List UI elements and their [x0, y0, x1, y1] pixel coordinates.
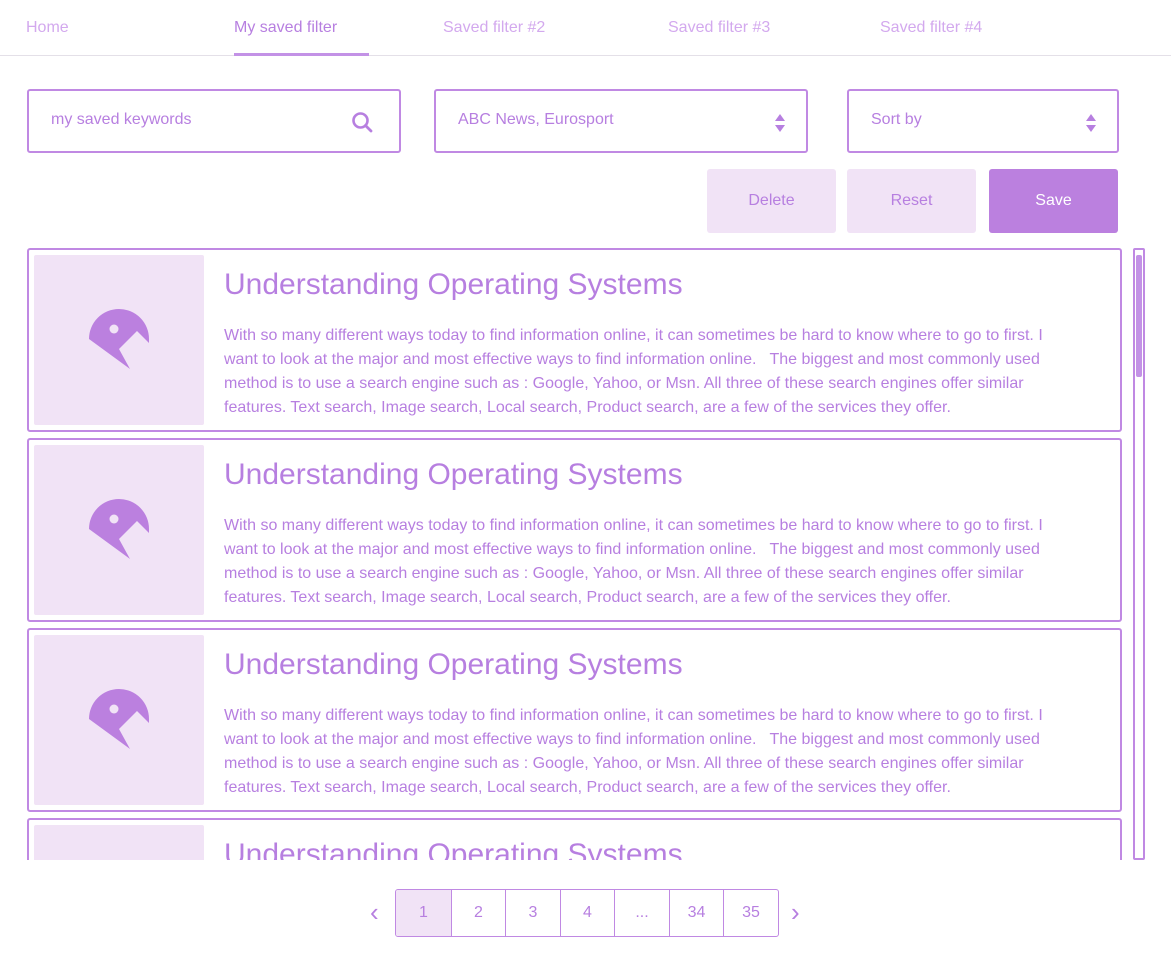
article-thumbnail [34, 635, 204, 805]
page-button-1[interactable]: 1 [396, 890, 451, 936]
tab-home[interactable]: Home [26, 19, 69, 37]
page-ellipsis: ... [614, 890, 669, 936]
article-title[interactable]: Understanding Operating Systems [224, 838, 683, 860]
search-icon[interactable] [351, 111, 373, 133]
article-title[interactable]: Understanding Operating Systems [224, 458, 683, 492]
keywords-value: my saved keywords [51, 111, 192, 128]
scrollbar-thumb[interactable] [1136, 255, 1142, 377]
tab-my-saved-filter[interactable]: My saved filter [234, 19, 337, 37]
tab-saved-filter-3[interactable]: Saved filter #3 [668, 19, 770, 37]
list-item[interactable]: Understanding Operating Systems [27, 818, 1122, 860]
image-placeholder-icon [89, 499, 149, 559]
article-title[interactable]: Understanding Operating Systems [224, 268, 683, 302]
prev-page-button[interactable]: ‹ [370, 897, 379, 927]
sources-value: ABC News, Eurosport [458, 111, 614, 128]
image-placeholder-icon [89, 689, 149, 749]
active-tab-indicator [234, 53, 369, 56]
next-page-button[interactable]: › [791, 897, 800, 927]
list-scrollbar[interactable] [1133, 248, 1145, 860]
list-item[interactable]: Understanding Operating Systems With so … [27, 438, 1122, 622]
tab-bar: Home My saved filter Saved filter #2 Sav… [0, 0, 1171, 56]
save-button[interactable]: Save [989, 169, 1118, 233]
list-item[interactable]: Understanding Operating Systems With so … [27, 628, 1122, 812]
article-summary: With so many different ways today to fin… [224, 327, 1048, 416]
image-placeholder-icon [89, 309, 149, 369]
reset-button[interactable]: Reset [847, 169, 976, 233]
page-button-34[interactable]: 34 [669, 890, 723, 936]
article-list: Understanding Operating Systems With so … [27, 248, 1123, 860]
page-button-4[interactable]: 4 [560, 890, 614, 936]
sort-select[interactable]: Sort by [847, 89, 1119, 153]
sources-select[interactable]: ABC News, Eurosport [434, 89, 808, 153]
list-item[interactable]: Understanding Operating Systems With so … [27, 248, 1122, 432]
pagination: 1 2 3 4 ... 34 35 [395, 889, 779, 937]
article-thumbnail [34, 255, 204, 425]
keywords-search-field[interactable]: my saved keywords [27, 89, 401, 153]
article-title[interactable]: Understanding Operating Systems [224, 648, 683, 682]
page-button-3[interactable]: 3 [505, 890, 560, 936]
article-summary: With so many different ways today to fin… [224, 707, 1048, 796]
page-button-2[interactable]: 2 [451, 890, 505, 936]
sort-value: Sort by [871, 111, 922, 128]
page-button-35[interactable]: 35 [723, 890, 778, 936]
delete-button[interactable]: Delete [707, 169, 836, 233]
tab-saved-filter-2[interactable]: Saved filter #2 [443, 19, 545, 37]
article-thumbnail [34, 825, 204, 860]
article-summary: With so many different ways today to fin… [224, 517, 1048, 606]
updown-arrows-icon [1086, 114, 1096, 132]
article-thumbnail [34, 445, 204, 615]
updown-arrows-icon [775, 114, 785, 132]
tab-saved-filter-4[interactable]: Saved filter #4 [880, 19, 982, 37]
